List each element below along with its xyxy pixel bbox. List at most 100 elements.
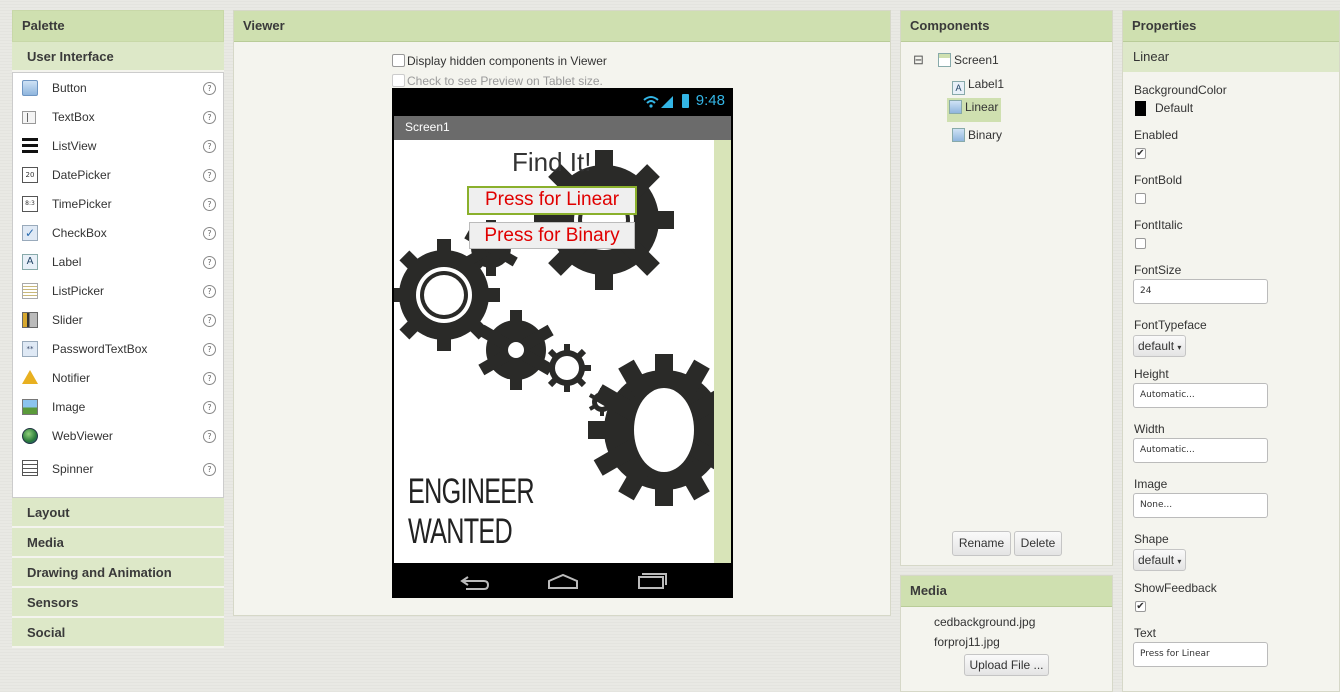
tree-item-linear[interactable]: Linear — [947, 98, 1002, 122]
tablet-preview-option[interactable]: Check to see Preview on Tablet size. — [392, 74, 603, 88]
screen-titlebar: Screen1 — [394, 116, 731, 140]
palette-item-listpicker[interactable]: ListPicker ? — [13, 276, 223, 305]
fontsize-input[interactable]: 24 — [1133, 279, 1268, 304]
help-icon[interactable]: ? — [203, 82, 216, 95]
palette-item-textbox[interactable]: TextBox ? — [13, 102, 223, 131]
rename-button[interactable]: Rename — [952, 531, 1011, 556]
collapse-tree-icon[interactable]: ⊟ — [913, 52, 924, 72]
button-icon — [949, 100, 962, 114]
display-hidden-option[interactable]: Display hidden components in Viewer — [392, 54, 607, 68]
help-icon[interactable]: ? — [203, 430, 216, 443]
tree-item-label: Binary — [968, 128, 1003, 142]
help-icon[interactable]: ? — [203, 343, 216, 356]
palette-item-label: WebViewer — [52, 429, 113, 443]
label-icon: A — [22, 254, 38, 270]
prop-label-width: Width — [1134, 422, 1165, 436]
home-icon — [548, 573, 578, 589]
palette-item-notifier[interactable]: Notifier ? — [13, 363, 223, 392]
showfeedback-checkbox[interactable]: ✔ — [1135, 601, 1146, 612]
app-screen[interactable]: Find It! Press for Linear Press for Bina… — [394, 140, 731, 563]
category-sensors[interactable]: Sensors — [12, 588, 224, 618]
palette-item-button[interactable]: Button ? — [13, 73, 223, 102]
text-input[interactable]: Press for Linear — [1133, 642, 1268, 667]
components-header: Components — [901, 11, 1112, 42]
category-drawing-and-animation[interactable]: Drawing and Animation — [12, 558, 224, 588]
palette-item-label: TimePicker — [52, 197, 112, 211]
category-social[interactable]: Social — [12, 618, 224, 648]
tree-item-label1[interactable]: A Label1 — [952, 77, 1004, 97]
palette-item-label: Image — [52, 400, 86, 414]
palette-item-datepicker[interactable]: 20 DatePicker ? — [13, 160, 223, 189]
prop-label-showfeedback: ShowFeedback — [1134, 581, 1217, 595]
height-input[interactable]: Automatic... — [1133, 383, 1268, 408]
display-hidden-checkbox[interactable] — [392, 54, 405, 67]
media-header: Media — [901, 576, 1112, 607]
palette-item-timepicker[interactable]: 8:3 TimePicker ? — [13, 189, 223, 218]
engineer-wanted-text: ENGINEER WANTED — [408, 472, 535, 551]
palette-item-listview[interactable]: ListView ? — [13, 131, 223, 160]
upload-file-button[interactable]: Upload File ... — [964, 654, 1049, 676]
help-icon[interactable]: ? — [203, 140, 216, 153]
warning-icon — [22, 370, 38, 384]
properties-header: Properties — [1123, 11, 1339, 42]
help-icon[interactable]: ? — [203, 285, 216, 298]
fontitalic-checkbox[interactable] — [1135, 238, 1146, 249]
help-icon[interactable]: ? — [203, 314, 216, 327]
palette-item-slider[interactable]: Slider ? — [13, 305, 223, 334]
listpicker-icon — [22, 283, 38, 299]
components-panel: Components ⊟ Screen1 A Label1 Linear Bina… — [900, 10, 1113, 566]
recents-icon — [638, 576, 664, 589]
press-for-linear-button[interactable]: Press for Linear — [467, 186, 637, 215]
enabled-checkbox[interactable]: ✔ — [1135, 148, 1146, 159]
help-icon[interactable]: ? — [203, 463, 216, 476]
palette-item-checkbox[interactable]: ✓ CheckBox ? — [13, 218, 223, 247]
prop-label-text: Text — [1134, 626, 1157, 640]
palette-item-image[interactable]: Image ? — [13, 392, 223, 421]
palette-item-spinner[interactable]: Spinner ? — [13, 450, 223, 484]
shape-select[interactable]: default ▾ — [1133, 549, 1187, 571]
spinner-icon — [22, 460, 38, 476]
prop-label-fontitalic: FontItalic — [1134, 218, 1183, 232]
help-icon[interactable]: ? — [203, 198, 216, 211]
help-icon[interactable]: ? — [203, 372, 216, 385]
help-icon[interactable]: ? — [203, 401, 216, 414]
palette-item-label: ListView — [52, 139, 97, 153]
category-media[interactable]: Media — [12, 528, 224, 558]
category-user-interface[interactable]: User Interface — [12, 42, 224, 72]
screen-icon — [938, 53, 951, 67]
delete-button[interactable]: Delete — [1014, 531, 1062, 556]
tablet-preview-label: Check to see Preview on Tablet size. — [407, 74, 603, 88]
fontbold-checkbox[interactable] — [1135, 193, 1146, 204]
media-file-item[interactable]: cedbackground.jpg — [934, 615, 1035, 629]
prop-label-shape: Shape — [1134, 532, 1169, 546]
palette-item-label-component[interactable]: A Label ? — [13, 247, 223, 276]
prop-label-fonttypeface: FontTypeface — [1134, 318, 1207, 332]
fonttypeface-value: default — [1138, 339, 1175, 353]
prop-label-fontsize: FontSize — [1134, 263, 1182, 277]
datepicker-icon: 20 — [22, 167, 38, 183]
checkbox-icon: ✓ — [22, 225, 38, 241]
tree-item-screen1[interactable]: Screen1 — [938, 53, 999, 73]
tree-item-binary[interactable]: Binary — [952, 128, 1002, 148]
palette-item-passwordtextbox[interactable]: ** PasswordTextBox ? — [13, 334, 223, 363]
tablet-preview-checkbox[interactable] — [392, 74, 405, 87]
help-icon[interactable]: ? — [203, 227, 216, 240]
password-icon: ** — [22, 341, 38, 357]
chevron-down-icon: ▾ — [1177, 343, 1182, 352]
help-icon[interactable]: ? — [203, 256, 216, 269]
color-swatch[interactable] — [1135, 101, 1146, 116]
prop-value-backgroundcolor[interactable]: Default — [1155, 101, 1193, 115]
press-for-binary-button[interactable]: Press for Binary — [469, 222, 635, 249]
palette-item-webviewer[interactable]: WebViewer ? — [13, 421, 223, 450]
help-icon[interactable]: ? — [203, 111, 216, 124]
prop-label-backgroundcolor: BackgroundColor — [1134, 83, 1227, 97]
media-file-item[interactable]: forproj11.jpg — [934, 635, 1000, 649]
width-input[interactable]: Automatic... — [1133, 438, 1268, 463]
button-icon — [22, 80, 38, 96]
find-it-label[interactable]: Find It! — [512, 147, 591, 178]
image-input[interactable]: None... — [1133, 493, 1268, 518]
help-icon[interactable]: ? — [203, 169, 216, 182]
shape-value: default — [1138, 553, 1175, 567]
category-layout[interactable]: Layout — [12, 498, 224, 528]
fonttypeface-select[interactable]: default ▾ — [1133, 335, 1187, 357]
